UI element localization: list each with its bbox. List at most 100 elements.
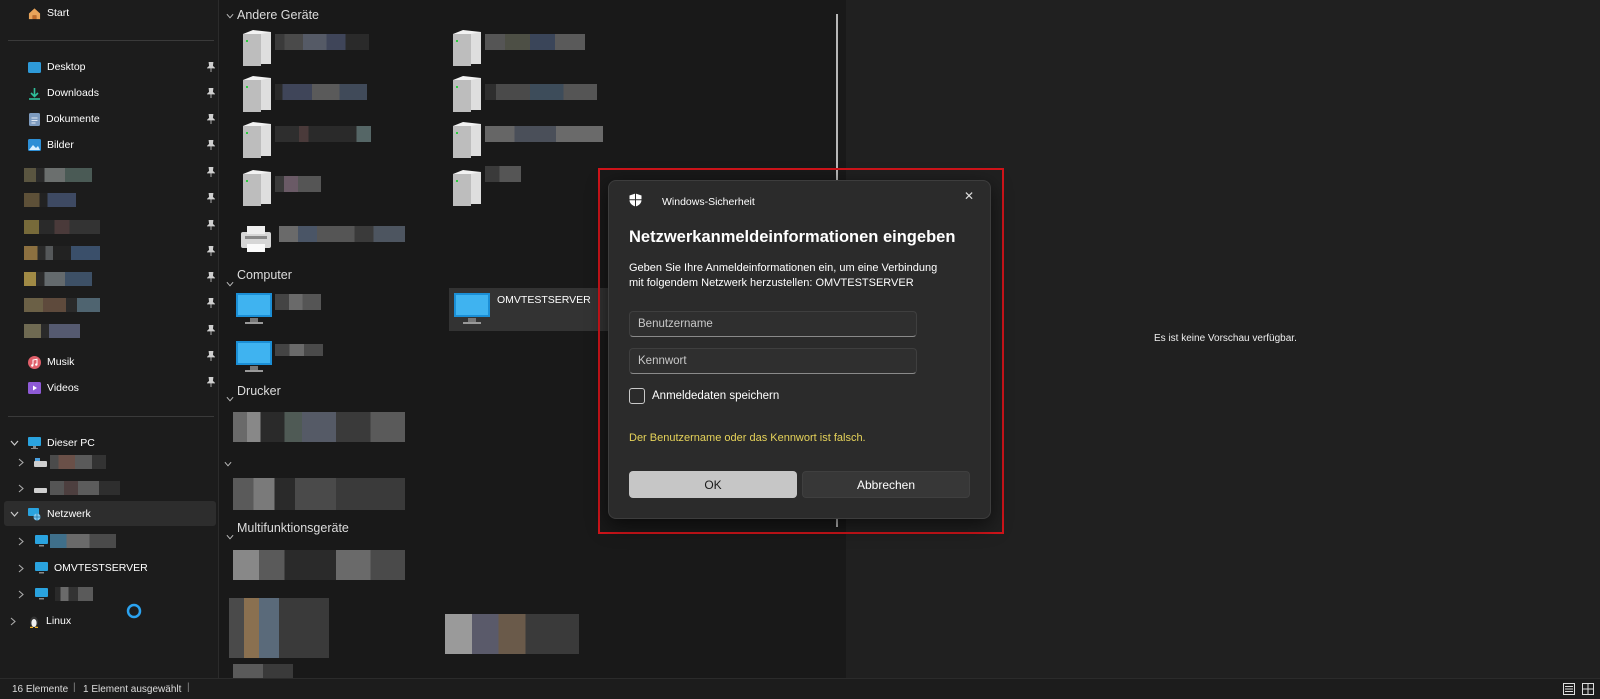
chevron-right-icon[interactable]: [18, 484, 24, 493]
chevron-down-icon[interactable]: [226, 280, 234, 288]
device-item[interactable]: [237, 224, 275, 257]
sidebar-item-home[interactable]: Start: [0, 1, 218, 25]
blurred-device[interactable]: [233, 550, 405, 580]
server-icon: [453, 122, 481, 158]
pin-icon[interactable]: [207, 193, 215, 203]
sidebar-item-this-pc[interactable]: Dieser PC: [0, 431, 218, 455]
dialog-heading: Netzwerkanmeldeinformationen eingeben: [629, 228, 956, 246]
device-item[interactable]: [239, 30, 273, 71]
blurred-device-name[interactable]: [275, 176, 321, 192]
shield-icon: [629, 193, 642, 207]
server-icon: [243, 76, 271, 112]
blurred-drive-name[interactable]: [50, 455, 106, 469]
blurred-device-name[interactable]: [275, 34, 369, 50]
remember-label[interactable]: Anmeldedaten speichern: [652, 390, 779, 402]
pin-icon[interactable]: [207, 114, 215, 124]
chevron-down-icon[interactable]: [226, 395, 234, 403]
sidebar-item-omvtestserver[interactable]: OMVTESTSERVER: [7, 556, 225, 580]
blurred-printer[interactable]: [233, 478, 405, 510]
sidebar-item-label: Downloads: [47, 87, 99, 99]
device-item[interactable]: [449, 30, 483, 71]
sidebar-item-videos[interactable]: Videos: [0, 376, 218, 400]
pin-icon[interactable]: [207, 220, 215, 230]
sidebar-item-network[interactable]: Netzwerk: [0, 502, 218, 526]
blurred-folder[interactable]: [24, 324, 80, 338]
pictures-icon: [28, 139, 41, 151]
chevron-right-icon[interactable]: [18, 458, 24, 467]
blurred-folder[interactable]: [24, 168, 92, 182]
tiles-view-icon[interactable]: [1582, 683, 1594, 695]
pin-icon[interactable]: [207, 246, 215, 256]
device-item[interactable]: [235, 292, 273, 329]
pin-icon[interactable]: [207, 298, 215, 308]
sidebar-item-label: Videos: [47, 382, 79, 394]
pin-icon[interactable]: [207, 167, 215, 177]
computer-icon: [454, 293, 490, 324]
blurred-computer-name[interactable]: [55, 587, 93, 601]
device-item[interactable]: [449, 170, 483, 211]
sidebar-item-downloads[interactable]: Downloads: [0, 81, 218, 105]
section-header-multifunction[interactable]: Multifunktionsgeräte: [237, 521, 349, 535]
blurred-folder[interactable]: [24, 298, 100, 312]
sidebar-item-desktop[interactable]: Desktop: [0, 55, 218, 79]
sidebar-item-music[interactable]: Musik: [0, 350, 218, 374]
pin-icon[interactable]: [207, 351, 215, 361]
pin-icon[interactable]: [207, 272, 215, 282]
device-item-omvtestserver[interactable]: OMVTESTSERVER: [449, 288, 609, 331]
device-item[interactable]: [235, 340, 273, 377]
blurred-device-name[interactable]: [485, 126, 603, 142]
device-item[interactable]: [449, 122, 483, 163]
blurred-printer[interactable]: [233, 412, 405, 442]
blurred-folder[interactable]: [24, 193, 76, 207]
sidebar-item-label: Dieser PC: [47, 437, 95, 449]
blurred-folder[interactable]: [24, 272, 92, 286]
ok-button[interactable]: OK: [629, 471, 797, 498]
section-header-other-devices[interactable]: Andere Geräte: [237, 8, 319, 22]
device-item[interactable]: [239, 170, 273, 211]
section-header-computer[interactable]: Computer: [237, 268, 292, 282]
pin-icon[interactable]: [207, 140, 215, 150]
device-item[interactable]: [449, 76, 483, 117]
chevron-right-icon[interactable]: [18, 590, 24, 599]
blurred-device[interactable]: [229, 598, 329, 658]
blurred-device[interactable]: [445, 614, 579, 654]
blurred-device-name[interactable]: [485, 166, 521, 182]
remember-checkbox[interactable]: [629, 388, 645, 404]
blurred-device-name[interactable]: [275, 294, 321, 310]
chevron-down-icon[interactable]: [226, 12, 234, 20]
navigation-pane: Start Desktop Downloads Dokumente Bilder…: [0, 0, 219, 678]
blurred-computer-name[interactable]: [50, 534, 116, 548]
blurred-folder[interactable]: [24, 246, 100, 260]
sidebar-item-documents[interactable]: Dokumente: [0, 107, 218, 131]
blurred-device-name[interactable]: [485, 34, 585, 50]
chevron-down-icon[interactable]: [224, 460, 232, 468]
password-field[interactable]: Kennwort: [629, 348, 917, 374]
chevron-down-icon[interactable]: [226, 533, 234, 541]
sidebar-item-linux[interactable]: Linux: [0, 609, 218, 633]
close-button[interactable]: ✕: [958, 185, 980, 207]
error-message: Der Benutzername oder das Kennwort ist f…: [629, 432, 866, 444]
pin-icon[interactable]: [207, 325, 215, 335]
blurred-device-name[interactable]: [275, 344, 323, 356]
blurred-folder[interactable]: [24, 220, 100, 234]
section-header-printers[interactable]: Drucker: [237, 384, 281, 398]
chevron-right-icon[interactable]: [18, 537, 24, 546]
details-view-icon[interactable]: [1563, 683, 1575, 695]
blurred-device-name[interactable]: [279, 226, 405, 242]
server-icon: [453, 30, 481, 66]
cancel-button[interactable]: Abbrechen: [802, 471, 970, 498]
blurred-device[interactable]: [233, 664, 293, 678]
blurred-drive-name[interactable]: [50, 481, 120, 495]
sidebar-item-pictures[interactable]: Bilder: [0, 133, 218, 157]
blurred-device-name[interactable]: [485, 84, 597, 100]
blurred-device-name[interactable]: [275, 84, 367, 100]
blurred-device-name[interactable]: [275, 126, 371, 142]
pin-icon[interactable]: [207, 62, 215, 72]
pin-icon[interactable]: [207, 377, 215, 387]
pin-icon[interactable]: [207, 88, 215, 98]
sidebar-item-label: Linux: [46, 615, 72, 627]
sidebar-item-label: Dokumente: [46, 113, 100, 125]
device-item[interactable]: [239, 122, 273, 163]
device-item[interactable]: [239, 76, 273, 117]
username-field[interactable]: Benutzername: [629, 311, 917, 337]
